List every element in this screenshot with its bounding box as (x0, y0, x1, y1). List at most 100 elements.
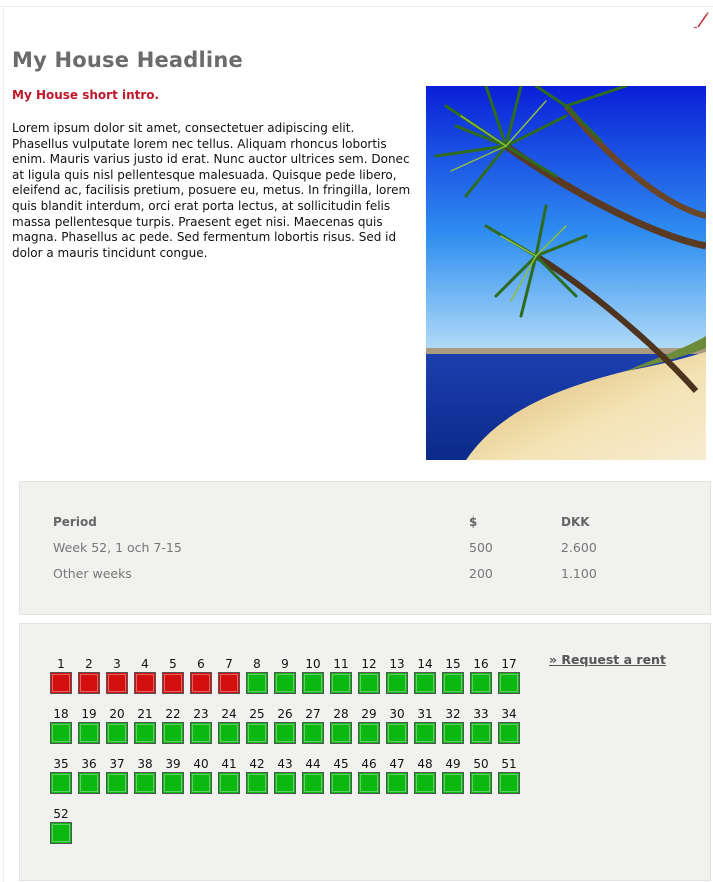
week-cell[interactable]: 11 (330, 656, 352, 694)
week-cell[interactable]: 46 (358, 756, 380, 794)
edit-pencil-icon[interactable] (693, 10, 710, 30)
week-cell[interactable]: 52 (50, 806, 72, 844)
week-cell[interactable]: 43 (274, 756, 296, 794)
week-cell[interactable]: 6 (190, 656, 212, 694)
request-rent-link[interactable]: » Request a rent (549, 652, 666, 667)
week-cell[interactable]: 39 (162, 756, 184, 794)
week-cell[interactable]: 8 (246, 656, 268, 694)
week-available-box[interactable] (50, 822, 72, 844)
week-available-box[interactable] (246, 722, 268, 744)
week-cell[interactable]: 47 (386, 756, 408, 794)
week-available-box[interactable] (190, 722, 212, 744)
week-available-box[interactable] (386, 772, 408, 794)
week-available-box[interactable] (330, 722, 352, 744)
week-available-box[interactable] (442, 722, 464, 744)
week-available-box[interactable] (470, 672, 492, 694)
week-cell[interactable]: 28 (330, 706, 352, 744)
week-cell[interactable]: 2 (78, 656, 100, 694)
week-available-box[interactable] (274, 722, 296, 744)
week-cell[interactable]: 14 (414, 656, 436, 694)
week-cell[interactable]: 50 (470, 756, 492, 794)
week-cell[interactable]: 44 (302, 756, 324, 794)
week-available-box[interactable] (106, 722, 128, 744)
week-available-box[interactable] (218, 722, 240, 744)
week-cell[interactable]: 19 (78, 706, 100, 744)
week-available-box[interactable] (442, 772, 464, 794)
week-booked-box[interactable] (50, 672, 72, 694)
week-cell[interactable]: 27 (302, 706, 324, 744)
week-available-box[interactable] (274, 772, 296, 794)
week-available-box[interactable] (50, 722, 72, 744)
week-cell[interactable]: 36 (78, 756, 100, 794)
week-cell[interactable]: 16 (470, 656, 492, 694)
week-available-box[interactable] (330, 672, 352, 694)
week-available-box[interactable] (358, 672, 380, 694)
week-cell[interactable]: 35 (50, 756, 72, 794)
week-cell[interactable]: 30 (386, 706, 408, 744)
week-cell[interactable]: 5 (162, 656, 184, 694)
week-available-box[interactable] (414, 672, 436, 694)
week-cell[interactable]: 42 (246, 756, 268, 794)
week-available-box[interactable] (386, 672, 408, 694)
week-cell[interactable]: 34 (498, 706, 520, 744)
week-available-box[interactable] (358, 772, 380, 794)
week-available-box[interactable] (274, 672, 296, 694)
week-available-box[interactable] (50, 772, 72, 794)
week-available-box[interactable] (190, 772, 212, 794)
week-booked-box[interactable] (190, 672, 212, 694)
week-cell[interactable]: 4 (134, 656, 156, 694)
week-cell[interactable]: 17 (498, 656, 520, 694)
week-available-box[interactable] (246, 772, 268, 794)
week-cell[interactable]: 10 (302, 656, 324, 694)
week-cell[interactable]: 48 (414, 756, 436, 794)
week-booked-box[interactable] (134, 672, 156, 694)
week-available-box[interactable] (78, 722, 100, 744)
week-available-box[interactable] (414, 722, 436, 744)
week-cell[interactable]: 21 (134, 706, 156, 744)
week-available-box[interactable] (386, 722, 408, 744)
week-available-box[interactable] (498, 672, 520, 694)
week-cell[interactable]: 22 (162, 706, 184, 744)
week-cell[interactable]: 13 (386, 656, 408, 694)
week-available-box[interactable] (134, 772, 156, 794)
week-available-box[interactable] (330, 772, 352, 794)
week-cell[interactable]: 37 (106, 756, 128, 794)
week-booked-box[interactable] (106, 672, 128, 694)
week-booked-box[interactable] (218, 672, 240, 694)
week-available-box[interactable] (442, 672, 464, 694)
week-available-box[interactable] (302, 672, 324, 694)
week-cell[interactable]: 29 (358, 706, 380, 744)
week-cell[interactable]: 51 (498, 756, 520, 794)
week-available-box[interactable] (414, 772, 436, 794)
week-cell[interactable]: 20 (106, 706, 128, 744)
week-cell[interactable]: 15 (442, 656, 464, 694)
week-cell[interactable]: 31 (414, 706, 436, 744)
week-available-box[interactable] (498, 772, 520, 794)
week-cell[interactable]: 12 (358, 656, 380, 694)
week-available-box[interactable] (218, 772, 240, 794)
week-cell[interactable]: 18 (50, 706, 72, 744)
week-available-box[interactable] (470, 722, 492, 744)
week-available-box[interactable] (498, 722, 520, 744)
week-cell[interactable]: 1 (50, 656, 72, 694)
week-available-box[interactable] (358, 722, 380, 744)
week-cell[interactable]: 23 (190, 706, 212, 744)
week-cell[interactable]: 24 (218, 706, 240, 744)
week-cell[interactable]: 7 (218, 656, 240, 694)
week-available-box[interactable] (78, 772, 100, 794)
week-cell[interactable]: 25 (246, 706, 268, 744)
week-available-box[interactable] (134, 722, 156, 744)
week-cell[interactable]: 3 (106, 656, 128, 694)
week-cell[interactable]: 26 (274, 706, 296, 744)
week-booked-box[interactable] (78, 672, 100, 694)
week-cell[interactable]: 41 (218, 756, 240, 794)
week-available-box[interactable] (302, 722, 324, 744)
week-booked-box[interactable] (162, 672, 184, 694)
week-available-box[interactable] (246, 672, 268, 694)
week-cell[interactable]: 32 (442, 706, 464, 744)
week-available-box[interactable] (106, 772, 128, 794)
week-available-box[interactable] (162, 772, 184, 794)
week-cell[interactable]: 9 (274, 656, 296, 694)
week-cell[interactable]: 40 (190, 756, 212, 794)
week-available-box[interactable] (162, 722, 184, 744)
